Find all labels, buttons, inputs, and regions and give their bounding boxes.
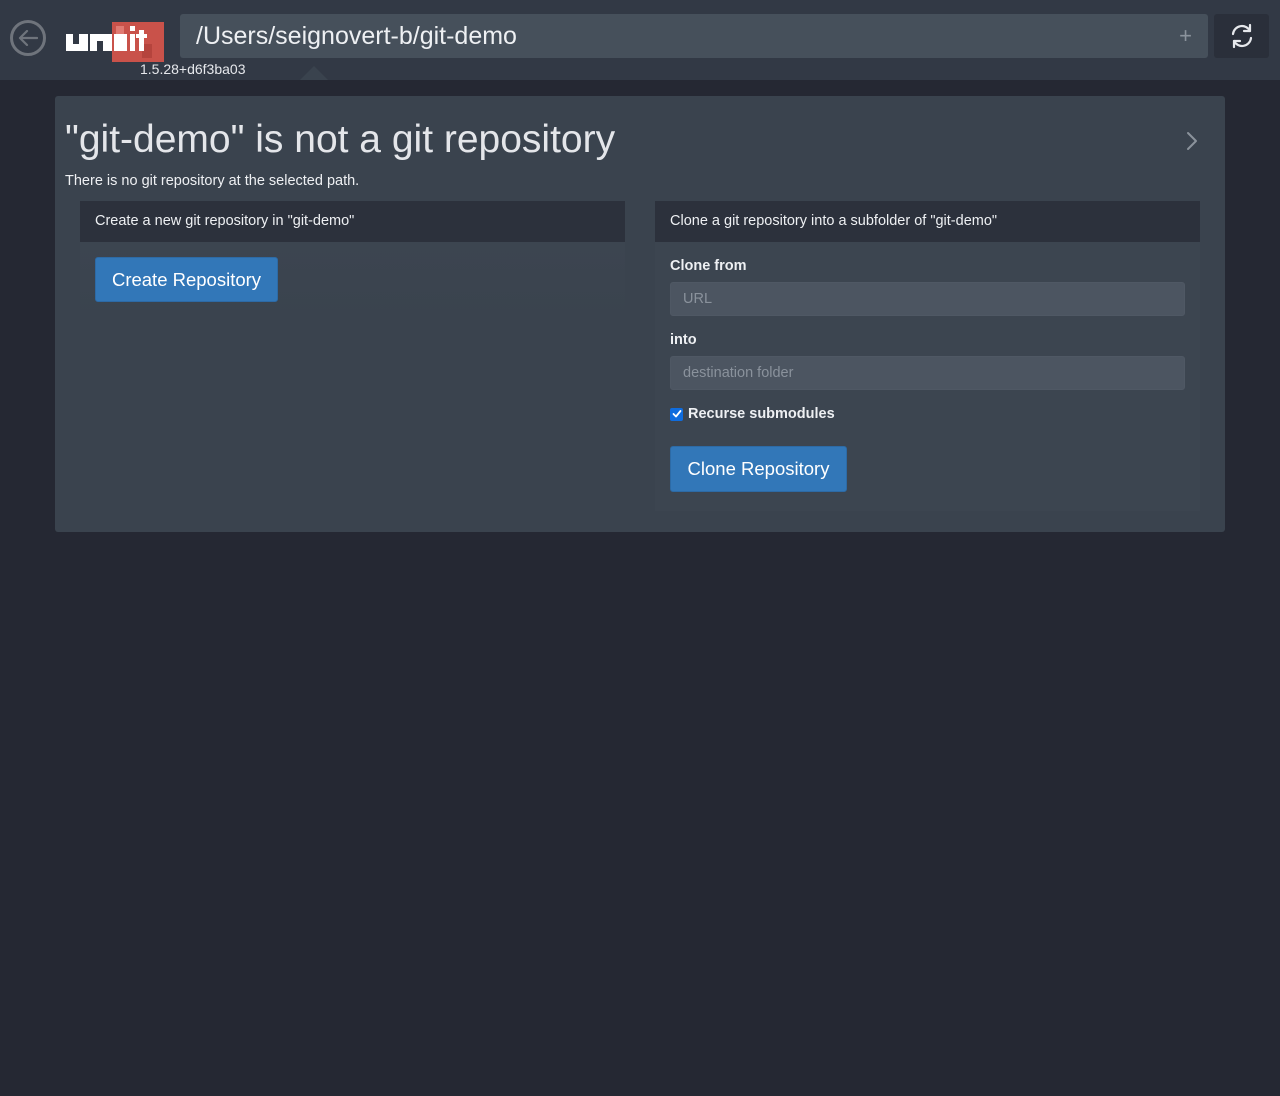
create-card-header: Create a new git repository in "git-demo… — [80, 201, 625, 242]
clone-url-input[interactable] — [670, 282, 1185, 316]
path-bar: + — [180, 14, 1208, 58]
back-button[interactable] — [10, 20, 46, 56]
page-subtitle: There is no git repository at the select… — [65, 173, 360, 189]
clone-from-label: Clone from — [670, 258, 747, 274]
recurse-submodules-checkbox[interactable] — [670, 407, 683, 421]
refresh-button[interactable] — [1214, 14, 1269, 58]
recurse-submodules-row: Recurse submodules — [670, 406, 835, 422]
clone-card-header: Clone a git repository into a subfolder … — [655, 201, 1200, 242]
recurse-submodules-label[interactable]: Recurse submodules — [688, 406, 835, 422]
into-label: into — [670, 332, 697, 348]
arrow-left-icon — [18, 30, 38, 46]
path-pointer-arrow — [300, 66, 328, 80]
destination-folder-input[interactable] — [670, 356, 1185, 390]
not-repo-panel: "git-demo" is not a git repository There… — [55, 96, 1225, 532]
version-label: 1.5.28+d6f3ba03 — [140, 61, 246, 77]
page-title: "git-demo" is not a git repository — [65, 118, 616, 161]
path-input[interactable] — [180, 14, 1208, 58]
refresh-icon — [1231, 23, 1252, 49]
clone-repository-button[interactable]: Clone Repository — [670, 446, 847, 492]
checkmark-icon — [672, 410, 681, 418]
chevron-right-icon[interactable] — [1181, 126, 1205, 156]
top-bar: 1.5.28+d6f3ba03 + — [0, 0, 1280, 80]
create-repository-button[interactable]: Create Repository — [95, 257, 278, 302]
clone-repo-card: Clone a git repository into a subfolder … — [655, 201, 1200, 511]
create-repo-card: Create a new git repository in "git-demo… — [80, 201, 625, 321]
ungit-logo[interactable] — [64, 20, 166, 64]
add-path-icon[interactable]: + — [1179, 23, 1192, 49]
